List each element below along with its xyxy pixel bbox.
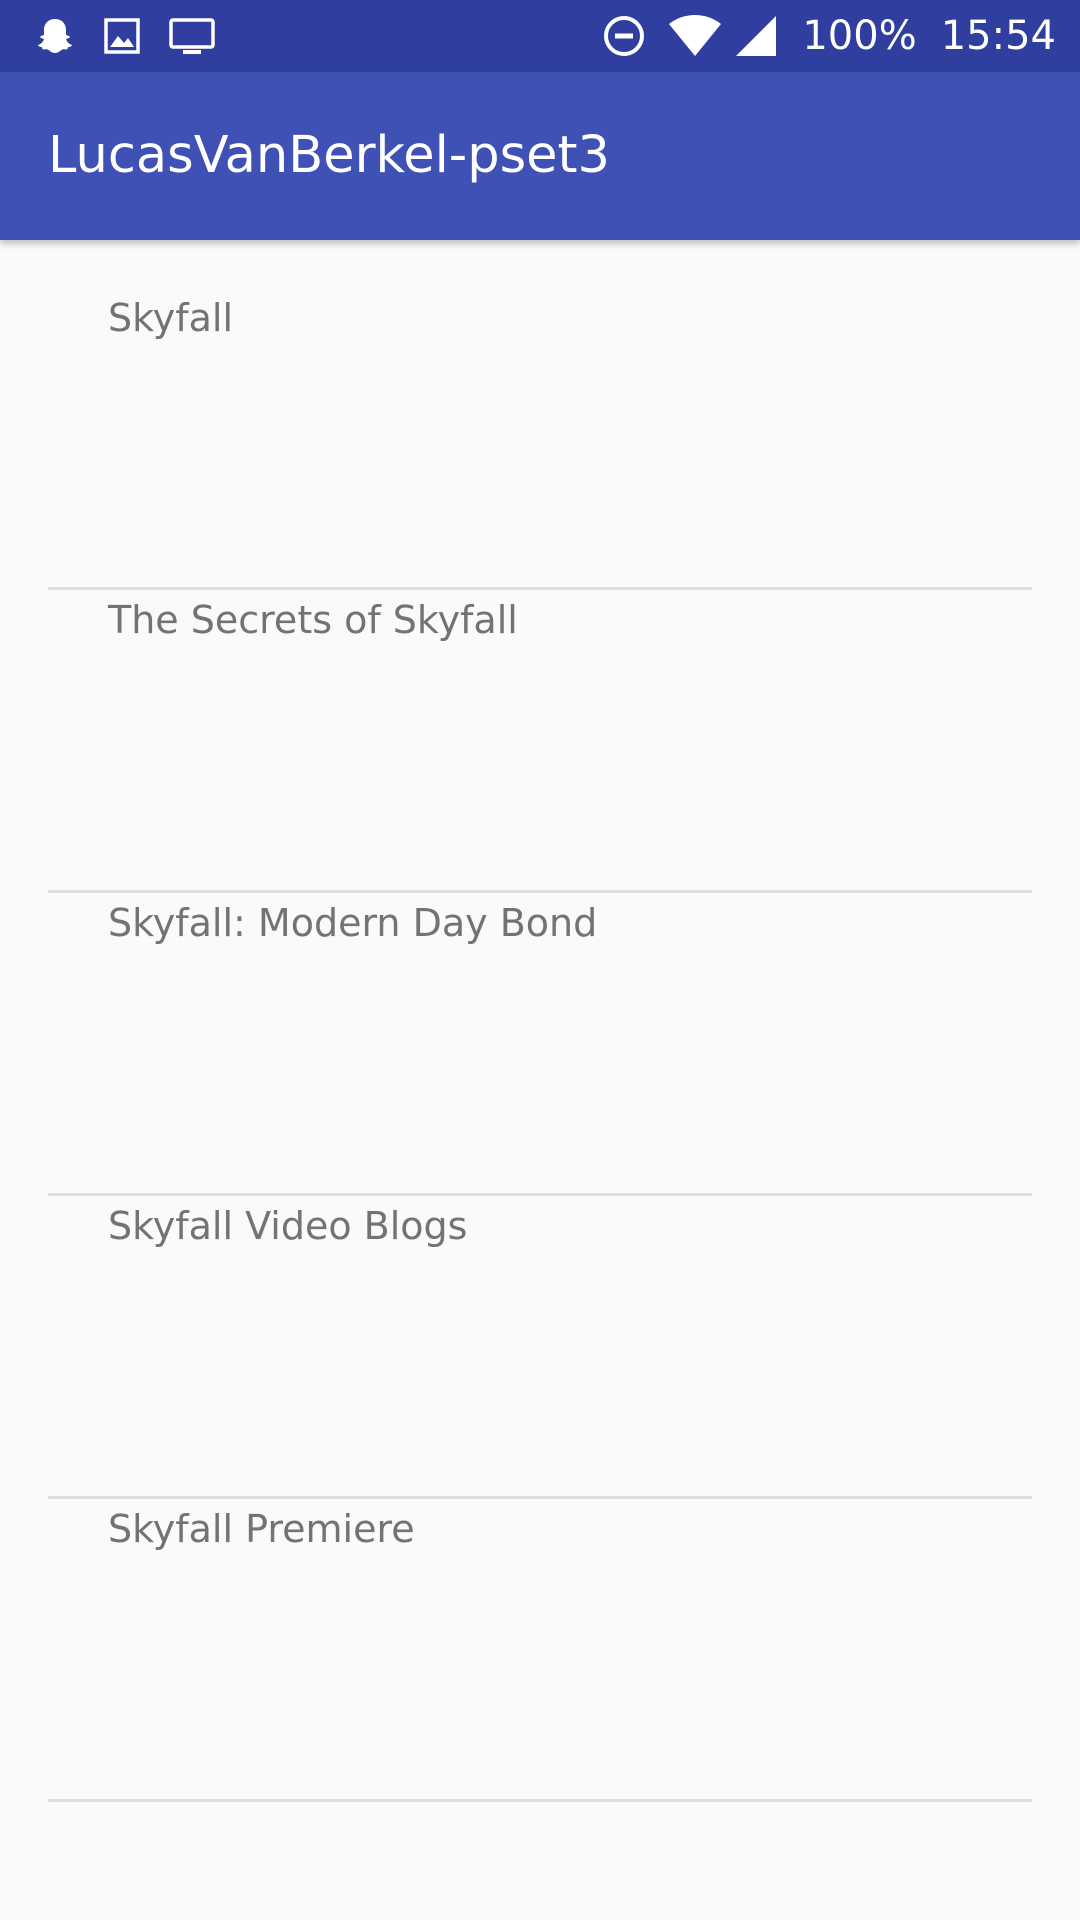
list-item-label: The Secrets of Skyfall bbox=[108, 598, 518, 642]
app-bar: LucasVanBerkel-pset3 bbox=[0, 72, 1080, 240]
list-item-label: Skyfall bbox=[108, 296, 234, 340]
do-not-disturb-icon bbox=[602, 14, 646, 58]
list-item[interactable]: Skyfall Video Blogs bbox=[0, 1196, 1080, 1499]
list-item-label: Skyfall Premiere bbox=[108, 1507, 415, 1551]
list-item-label: Skyfall: Modern Day Bond bbox=[108, 901, 598, 945]
list-item[interactable]: Skyfall: Modern Day Bond bbox=[0, 893, 1080, 1196]
status-icons-left bbox=[34, 0, 216, 72]
wifi-icon bbox=[668, 14, 722, 58]
battery-level: 100% bbox=[802, 13, 917, 59]
list-item-label: Skyfall Video Blogs bbox=[108, 1204, 468, 1248]
list-item[interactable]: Skyfall Premiere bbox=[0, 1499, 1080, 1802]
list-item[interactable]: Skyfall bbox=[0, 240, 1080, 590]
divider bbox=[48, 1799, 1032, 1802]
app-title: LucasVanBerkel-pset3 bbox=[48, 126, 610, 185]
clock: 15:54 bbox=[940, 13, 1056, 59]
signal-icon bbox=[734, 14, 778, 58]
movie-list: Skyfall The Secrets of Skyfall Skyfall: … bbox=[0, 240, 1080, 1802]
list-item[interactable]: The Secrets of Skyfall bbox=[0, 590, 1080, 893]
status-bar: 100% 15:54 bbox=[0, 0, 1080, 72]
monitor-icon bbox=[168, 16, 216, 56]
image-icon bbox=[102, 16, 142, 56]
snapchat-ghost-icon bbox=[34, 15, 76, 57]
status-icons-right: 100% 15:54 bbox=[602, 0, 1056, 72]
